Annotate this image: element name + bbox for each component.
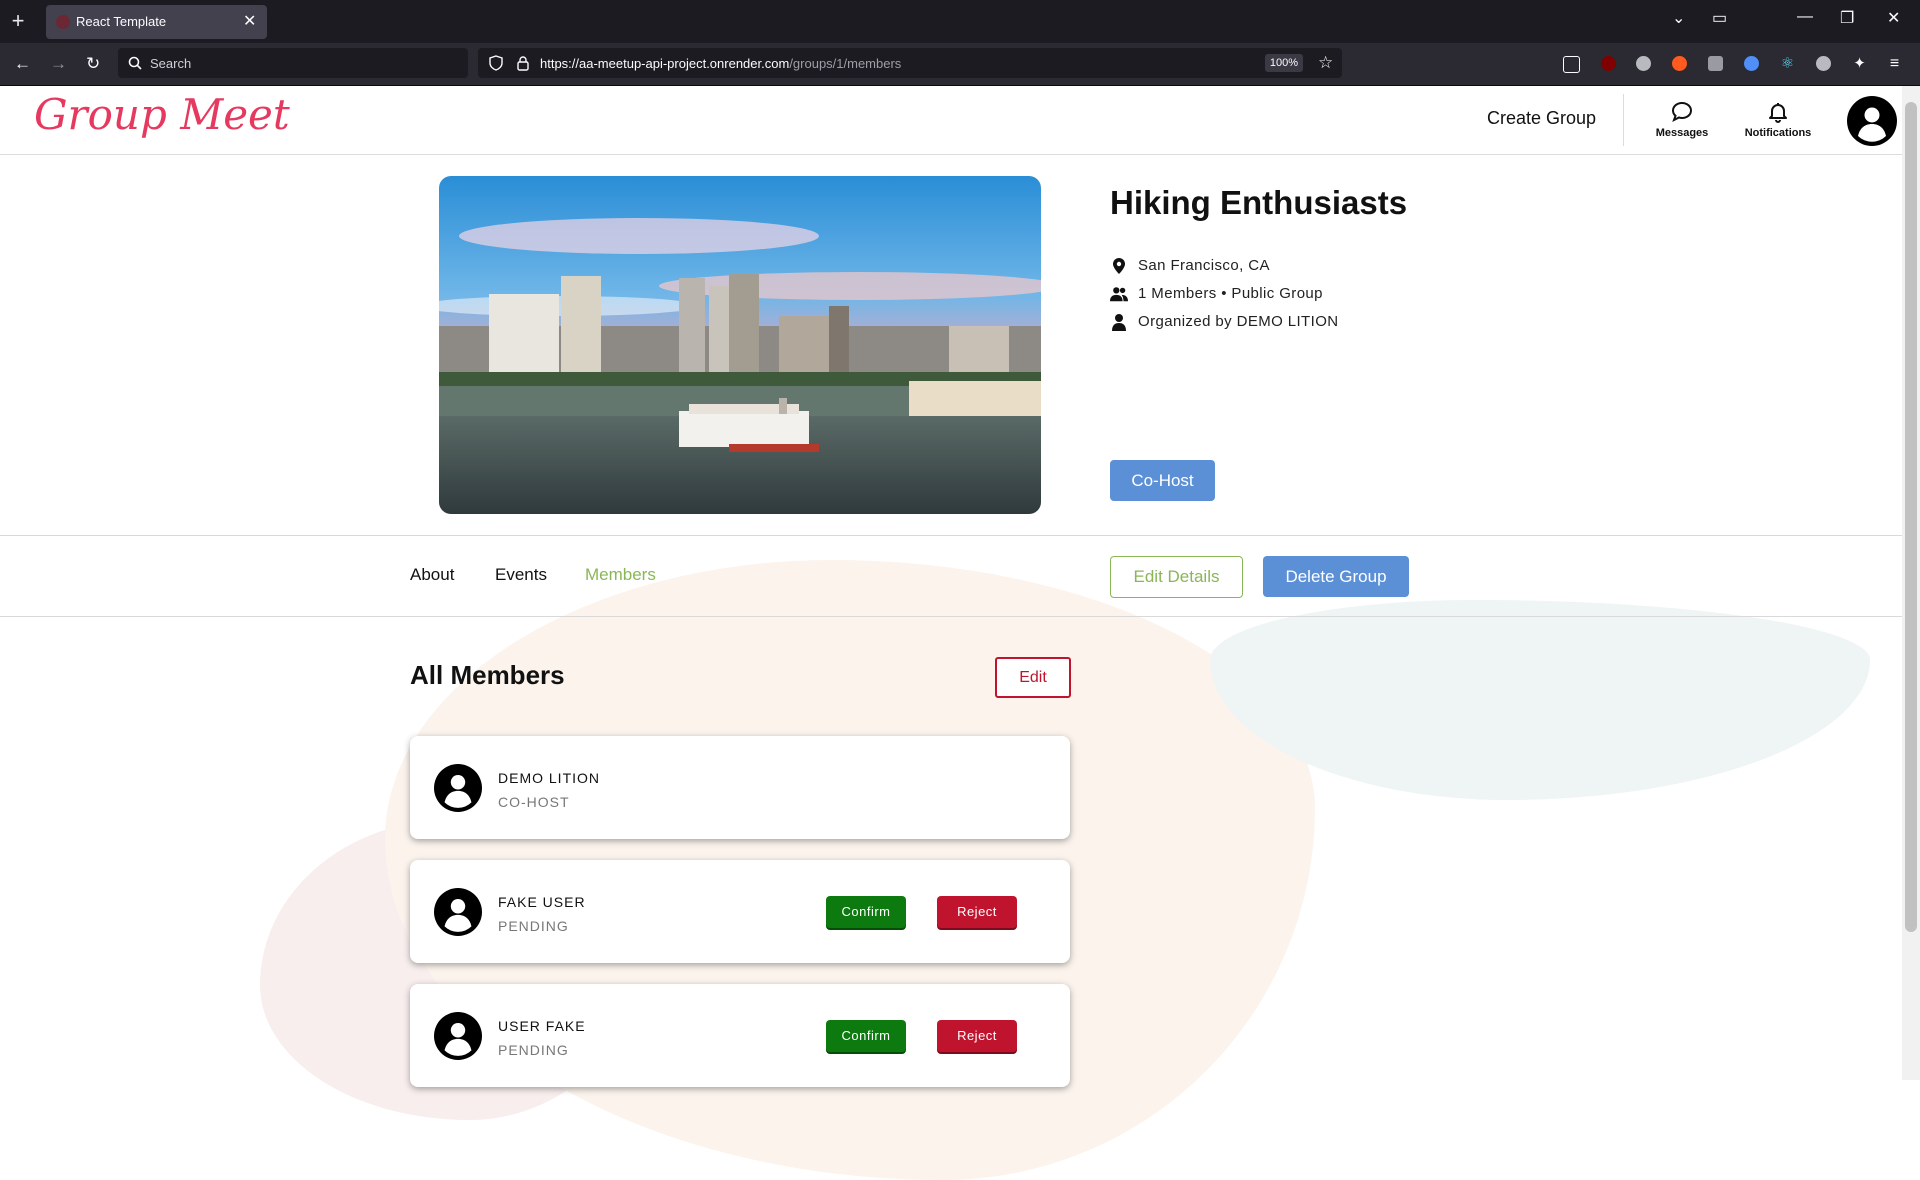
tab-close-icon[interactable]: ✕ bbox=[243, 11, 256, 31]
members-heading: All Members bbox=[410, 660, 565, 690]
chat-bubble-icon bbox=[1671, 101, 1693, 123]
member-name: USER FAKE bbox=[498, 1018, 586, 1034]
member-role: CO-HOST bbox=[498, 794, 570, 810]
tab-title: React Template bbox=[76, 14, 167, 29]
header-divider bbox=[1623, 94, 1624, 146]
edit-details-button[interactable]: Edit Details bbox=[1110, 556, 1243, 598]
bell-icon bbox=[1769, 103, 1787, 123]
tab-favicon-icon bbox=[56, 15, 70, 29]
extension-icon[interactable] bbox=[1636, 56, 1651, 71]
create-group-link[interactable]: Create Group bbox=[1487, 108, 1596, 129]
confirm-button[interactable]: Confirm bbox=[826, 1020, 906, 1052]
extension-icon[interactable] bbox=[1708, 56, 1723, 71]
group-title: Hiking Enthusiasts bbox=[1110, 184, 1408, 221]
member-role: PENDING bbox=[498, 1042, 569, 1058]
users-icon bbox=[1110, 287, 1128, 302]
zoom-indicator[interactable]: 100% bbox=[1265, 54, 1303, 72]
user-avatar-icon[interactable] bbox=[1847, 96, 1897, 146]
edit-members-button[interactable]: Edit bbox=[995, 657, 1071, 698]
app-header: Group Meet Create Group Messages Notific… bbox=[0, 86, 1902, 155]
extensions-puzzle-icon[interactable]: ✦ bbox=[1852, 56, 1867, 71]
browser-navbar: ← → ↻ Search https://aa-meetup-api-proje… bbox=[0, 43, 1920, 86]
messages-label: Messages bbox=[1655, 127, 1709, 139]
ublock-extension-icon[interactable] bbox=[1601, 56, 1616, 71]
reject-button[interactable]: Reject bbox=[937, 1020, 1017, 1052]
url-text[interactable]: https://aa-meetup-api-project.onrender.c… bbox=[540, 56, 901, 71]
minimize-icon[interactable]: — bbox=[1797, 8, 1813, 26]
new-tab-button[interactable]: + bbox=[6, 10, 30, 34]
section-divider bbox=[0, 616, 1902, 617]
member-role: PENDING bbox=[498, 918, 569, 934]
lock-icon[interactable] bbox=[516, 55, 530, 71]
notifications-button[interactable]: Notifications bbox=[1740, 100, 1816, 139]
globe-extension-icon[interactable] bbox=[1816, 56, 1831, 71]
location-text: San Francisco, CA bbox=[1138, 257, 1270, 274]
tab-members[interactable]: Members bbox=[585, 565, 656, 585]
member-card: DEMO LITION CO-HOST bbox=[410, 736, 1070, 839]
url-path: /groups/1/members bbox=[789, 56, 902, 71]
organizer-text: Organized by DEMO LITION bbox=[1138, 313, 1339, 330]
members-info-text: 1 Members • Public Group bbox=[1138, 285, 1323, 302]
page-scrollbar[interactable] bbox=[1902, 86, 1920, 1080]
extension-icon[interactable] bbox=[1744, 56, 1759, 71]
city-skyline-image bbox=[439, 176, 1041, 514]
member-avatar-icon bbox=[434, 1012, 482, 1060]
person-icon bbox=[1112, 314, 1126, 331]
restore-icon[interactable]: ❐ bbox=[1840, 8, 1854, 28]
forward-icon[interactable]: → bbox=[50, 54, 67, 74]
close-window-icon[interactable]: ✕ bbox=[1887, 8, 1900, 28]
member-avatar-icon bbox=[434, 764, 482, 812]
search-icon bbox=[128, 56, 142, 70]
url-bar[interactable]: https://aa-meetup-api-project.onrender.c… bbox=[478, 48, 1342, 78]
group-cover-image bbox=[439, 176, 1041, 514]
reload-icon[interactable]: ↻ bbox=[86, 54, 100, 74]
sidebar-toggle-icon[interactable]: ▭ bbox=[1712, 8, 1727, 28]
browser-tabstrip: + React Template ✕ ⌄ ▭ — ❐ ✕ bbox=[0, 0, 1920, 43]
member-card: USER FAKE PENDING Confirm Reject bbox=[410, 984, 1070, 1087]
notifications-label: Notifications bbox=[1744, 127, 1812, 139]
react-devtools-icon[interactable]: ⚛ bbox=[1780, 56, 1795, 71]
confirm-button[interactable]: Confirm bbox=[826, 896, 906, 928]
save-to-pocket-icon[interactable] bbox=[1563, 56, 1580, 73]
tab-events[interactable]: Events bbox=[495, 565, 547, 585]
location-pin-icon bbox=[1113, 258, 1125, 274]
messages-button[interactable]: Messages bbox=[1650, 100, 1714, 139]
reject-button[interactable]: Reject bbox=[937, 896, 1017, 928]
member-name: FAKE USER bbox=[498, 894, 586, 910]
back-icon[interactable]: ← bbox=[14, 54, 31, 74]
co-host-role-button[interactable]: Co-Host bbox=[1110, 460, 1215, 501]
menu-hamburger-icon[interactable]: ≡ bbox=[1887, 56, 1902, 72]
member-avatar-icon bbox=[434, 888, 482, 936]
delete-group-button[interactable]: Delete Group bbox=[1263, 556, 1409, 597]
member-name: DEMO LITION bbox=[498, 770, 601, 786]
scrollbar-thumb[interactable] bbox=[1905, 102, 1917, 932]
url-host: https://aa-meetup-api-project.onrender.c… bbox=[540, 56, 790, 71]
bookmark-star-icon[interactable]: ☆ bbox=[1318, 53, 1333, 73]
browser-tab[interactable]: React Template ✕ bbox=[46, 5, 267, 39]
tracking-shield-icon[interactable] bbox=[488, 55, 504, 71]
tab-list-chevron-icon[interactable]: ⌄ bbox=[1672, 8, 1685, 28]
tab-about[interactable]: About bbox=[410, 565, 454, 585]
logo[interactable]: Group Meet bbox=[34, 90, 290, 139]
duckduckgo-extension-icon[interactable] bbox=[1672, 56, 1687, 71]
member-card: FAKE USER PENDING Confirm Reject bbox=[410, 860, 1070, 963]
browser-search-input[interactable]: Search bbox=[118, 48, 468, 78]
search-placeholder: Search bbox=[150, 56, 192, 71]
section-divider bbox=[0, 535, 1902, 536]
